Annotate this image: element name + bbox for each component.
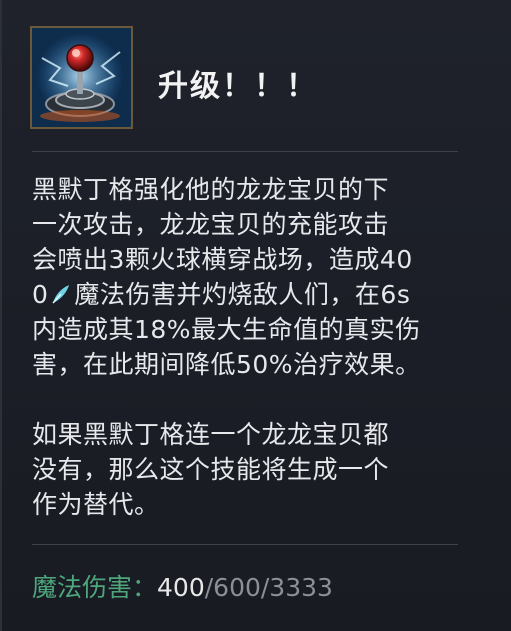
dragon-egg-orb-icon bbox=[30, 26, 133, 129]
stat-label: 魔法伤害： bbox=[32, 573, 158, 602]
magic-damage-stat: 魔法伤害：400/600/3333 bbox=[32, 568, 333, 604]
stat-current-value: 400 bbox=[157, 573, 205, 602]
description-line-with-icon: 0 魔法伤害并灼烧敌人们，在6s bbox=[32, 277, 472, 312]
ability-tooltip: 升级！！！ 黑默丁格强化他的龙龙宝贝的下 一次攻击，龙龙宝贝的充能攻击 会喷出3… bbox=[0, 0, 511, 631]
stats-divider bbox=[32, 544, 458, 545]
description-paragraph-1: 黑默丁格强化他的龙龙宝贝的下 一次攻击，龙龙宝贝的充能攻击 会喷出3颗火球横穿战… bbox=[32, 172, 472, 382]
description-line: 会喷出3颗火球横穿战场，造成40 bbox=[32, 245, 413, 274]
description-line: 黑默丁格强化他的龙龙宝贝的下 bbox=[32, 175, 390, 204]
description-line: 没有，那么这个技能将生成一个 bbox=[32, 455, 390, 484]
tooltip-header: 升级！！！ bbox=[30, 26, 490, 132]
description-line: 作为替代。 bbox=[32, 490, 160, 519]
magic-damage-icon bbox=[49, 280, 73, 304]
description-line: 内造成其18%最大生命值的真实伤 bbox=[32, 315, 421, 344]
stat-other-values: /600/3333 bbox=[204, 573, 333, 602]
ability-description: 黑默丁格强化他的龙龙宝贝的下 一次攻击，龙龙宝贝的充能攻击 会喷出3颗火球横穿战… bbox=[32, 172, 472, 522]
header-divider bbox=[32, 151, 458, 152]
description-line: 害，在此期间降低50%治疗效果。 bbox=[32, 350, 421, 379]
ability-title: 升级！！！ bbox=[158, 69, 318, 104]
description-line: 一次攻击，龙龙宝贝的充能攻击 bbox=[32, 210, 390, 239]
description-paragraph-2: 如果黑默丁格连一个龙龙宝贝都 没有，那么这个技能将生成一个 作为替代。 bbox=[32, 417, 472, 522]
description-line: 如果黑默丁格连一个龙龙宝贝都 bbox=[32, 420, 390, 449]
damage-digit: 0 bbox=[32, 280, 49, 309]
description-line-rest: 魔法伤害并灼烧敌人们，在6s bbox=[74, 280, 411, 309]
